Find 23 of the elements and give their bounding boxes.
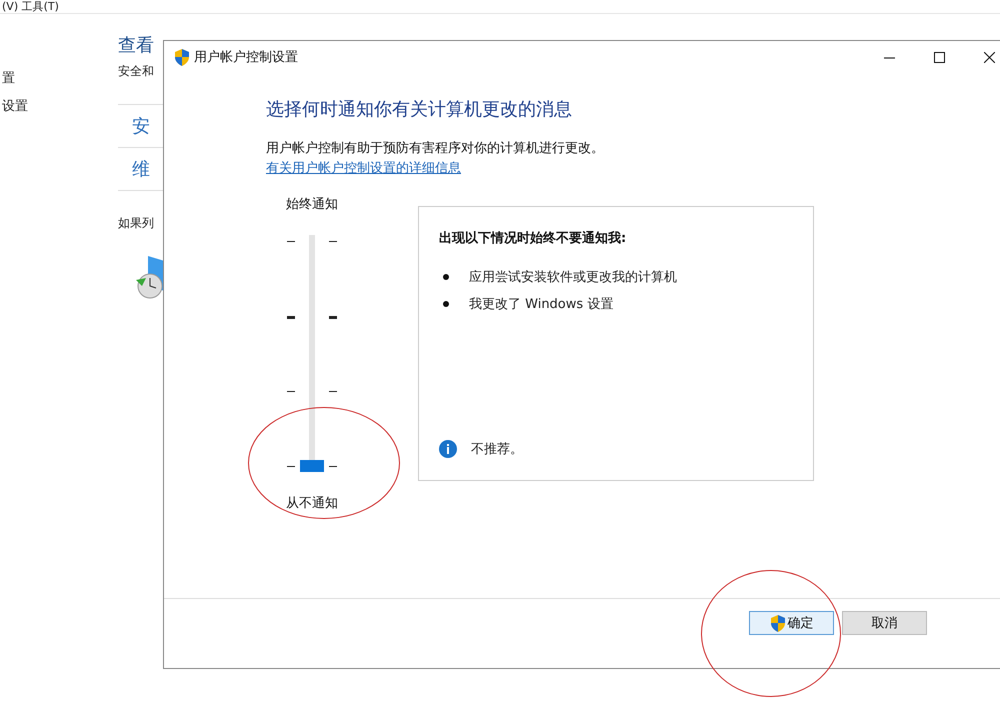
- bullet-icon: [443, 301, 449, 307]
- slider-bottom-label: 从不通知: [286, 495, 338, 512]
- info-item: 我更改了 Windows 设置: [469, 296, 614, 313]
- ok-button[interactable]: 确定: [749, 611, 834, 635]
- info-icon: [439, 440, 457, 458]
- description-text: 用户帐户控制有助于预防有害程序对你的计算机进行更改。: [266, 140, 605, 157]
- slider-top-label: 始终通知: [286, 196, 338, 213]
- sidebar-link[interactable]: 设置: [2, 97, 118, 115]
- dialog-heading: 选择何时通知你有关计算机更改的消息: [266, 98, 573, 121]
- cancel-button[interactable]: 取消: [842, 611, 927, 635]
- info-title: 出现以下情况时始终不要通知我:: [439, 230, 628, 247]
- panel-subtitle: 安全和: [118, 63, 155, 80]
- sidebar-link[interactable]: 置: [2, 69, 118, 87]
- slider-thumb[interactable]: [300, 460, 324, 472]
- shield-icon: [770, 614, 786, 632]
- recommendation-text: 不推荐。: [471, 441, 523, 458]
- details-link[interactable]: 有关用户帐户控制设置的详细信息: [266, 161, 461, 176]
- shield-icon: [174, 48, 190, 66]
- menu-text: (V) 工具(T): [2, 0, 59, 13]
- bullet-icon: [443, 274, 449, 280]
- panel-heading: 查看: [118, 34, 154, 57]
- window-title: 用户帐户控制设置: [194, 49, 299, 66]
- info-item: 应用尝试安装软件或更改我的计算机: [469, 269, 677, 286]
